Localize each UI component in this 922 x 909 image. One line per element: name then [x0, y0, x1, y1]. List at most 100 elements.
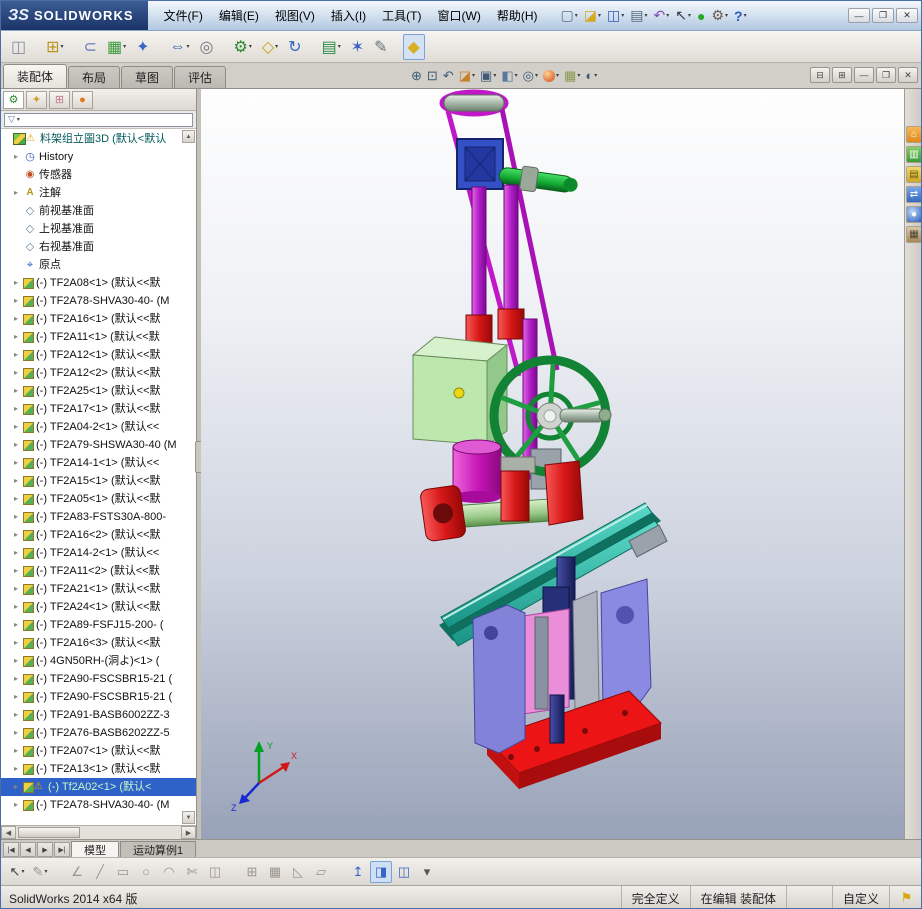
scrollbar-track[interactable]: [16, 826, 181, 839]
tree-item[interactable]: (-) TF2A07<1> (默认<<默: [1, 742, 196, 760]
zoom-fit-button[interactable]: ⊕: [409, 65, 424, 86]
expand-arrow-icon[interactable]: [14, 657, 23, 665]
file-explorer-tab[interactable]: ▤: [905, 166, 921, 183]
dropdown-arrow-icon[interactable]: [275, 43, 278, 50]
solidworks-resources-tab[interactable]: ⌂: [905, 126, 921, 143]
smart-fasteners-button[interactable]: ✦: [131, 34, 154, 60]
tree-item[interactable]: (-) TF2A78-SHVA30-40- (M: [1, 796, 196, 814]
model-tab[interactable]: 模型: [71, 841, 119, 857]
show-hidden-components-button[interactable]: ◎: [195, 34, 219, 60]
design-library-tab[interactable]: ▥: [905, 146, 921, 163]
tree-item[interactable]: 右视基准面: [1, 238, 196, 256]
linear-component-pattern-button[interactable]: ▦: [102, 34, 131, 60]
expand-arrow-icon[interactable]: [14, 693, 23, 701]
expand-arrow-icon[interactable]: [14, 297, 23, 305]
expand-arrow-icon[interactable]: [14, 495, 23, 503]
new-motion-study-button[interactable]: ↻: [283, 34, 306, 60]
scroll-left-button[interactable]: [1, 826, 16, 839]
prev-tab-button[interactable]: ◀: [20, 842, 36, 857]
dropdown-arrow-icon[interactable]: [725, 12, 728, 19]
tree-item[interactable]: (-) Tf2A02<1> (默认<: [1, 778, 196, 796]
evaluate-tab[interactable]: 评估: [174, 66, 227, 88]
restore-button[interactable]: ❐: [872, 8, 894, 23]
tree-item[interactable]: (-) TF2A83-FSTS30A-800-: [1, 508, 196, 526]
expand-arrow-icon[interactable]: [14, 477, 23, 485]
line-button[interactable]: ╱: [89, 861, 111, 883]
tree-item[interactable]: (-) TF2A05<1> (默认<<默: [1, 490, 196, 508]
tree-item[interactable]: (-) 4GN50RH-(洞よ)<1> (: [1, 652, 196, 670]
dropdown-arrow-icon[interactable]: [123, 43, 126, 50]
dropdown-arrow-icon[interactable]: [187, 43, 190, 50]
view-palette-tab[interactable]: ⇄: [905, 186, 921, 203]
tree-item[interactable]: (-) TF2A78-SHVA30-40- (M: [1, 292, 196, 310]
menu-item[interactable]: 窗口(W): [430, 1, 489, 30]
tree-item[interactable]: (-) TF2A16<2> (默认<<默: [1, 526, 196, 544]
tree-item[interactable]: (-) TF2A16<3> (默认<<默: [1, 634, 196, 652]
dropdown-arrow-icon[interactable]: [621, 12, 624, 19]
dropdown-arrow-icon[interactable]: [688, 12, 691, 19]
clamp-assembly[interactable]: [420, 456, 584, 542]
dropdown-arrow-icon[interactable]: [21, 868, 24, 875]
pin-panel-button[interactable]: ◫: [6, 34, 31, 60]
tree-item[interactable]: (-) TF2A24<1> (默认<<默: [1, 598, 196, 616]
dropdown-arrow-icon[interactable]: [61, 43, 64, 50]
expand-arrow-icon[interactable]: [14, 711, 23, 719]
graphics-area[interactable]: Y X Z: [201, 89, 904, 839]
dropdown-arrow-icon[interactable]: [644, 12, 647, 19]
mate-button[interactable]: ⊂: [79, 34, 102, 60]
edit-appearance-button[interactable]: ●: [541, 65, 561, 86]
expand-arrow-icon[interactable]: [14, 333, 23, 341]
assembly-features-button[interactable]: ⚙: [228, 34, 256, 60]
expand-arrow-icon[interactable]: [14, 585, 23, 593]
more-options-button[interactable]: ▾: [416, 861, 438, 883]
undo-button[interactable]: ↶: [651, 4, 673, 28]
minimize-button[interactable]: —: [848, 8, 870, 23]
arc-button[interactable]: ◠: [158, 861, 180, 883]
shaded-view-button[interactable]: ◨: [370, 860, 392, 883]
snap-button[interactable]: ▦: [264, 861, 286, 883]
expand-arrow-icon[interactable]: [14, 567, 23, 575]
expand-arrow-icon[interactable]: [14, 441, 23, 449]
sketch-button[interactable]: ✎: [29, 861, 51, 883]
display-style-button[interactable]: ◧: [499, 65, 519, 86]
tree-item[interactable]: (-) TF2A08<1> (默认<<默: [1, 274, 196, 292]
view-orientation-button[interactable]: ▣: [478, 65, 498, 86]
view-settings-button[interactable]: ◐: [583, 65, 599, 86]
rectangle-button[interactable]: ▭: [112, 861, 134, 883]
menu-item[interactable]: 文件(F): [156, 1, 211, 30]
configurationmanager-tab[interactable]: ⊞: [49, 90, 70, 109]
menu-item[interactable]: 插入(I): [323, 1, 374, 30]
dropdown-arrow-icon[interactable]: [744, 12, 747, 19]
sketch-tab[interactable]: 草图: [121, 66, 174, 88]
tree-scroll-up-button[interactable]: [182, 130, 195, 143]
tree-item[interactable]: (-) TF2A04-2<1> (默认<<: [1, 418, 196, 436]
filter-dropdown-icon[interactable]: [17, 116, 20, 123]
expand-arrow-icon[interactable]: [14, 801, 23, 809]
tree-item[interactable]: (-) TF2A25<1> (默认<<默: [1, 382, 196, 400]
dropdown-arrow-icon[interactable]: [666, 12, 669, 19]
up-axis-button[interactable]: ↥: [347, 861, 369, 883]
print-button[interactable]: ▤: [627, 4, 650, 28]
expand-arrow-icon[interactable]: [14, 405, 23, 413]
doc-minimize-button[interactable]: —: [854, 67, 874, 83]
help-button[interactable]: ?: [731, 4, 750, 28]
options-button[interactable]: ⚙: [708, 4, 731, 28]
expand-arrow-icon[interactable]: [14, 675, 23, 683]
smart-dimension-button[interactable]: ∠: [66, 861, 88, 883]
hide-show-items-button[interactable]: ◎: [521, 65, 540, 86]
expand-arrow-icon[interactable]: [14, 153, 23, 161]
instant3d-button[interactable]: ◆: [402, 33, 425, 60]
last-tab-button[interactable]: ▶|: [54, 842, 70, 857]
expand-arrow-icon[interactable]: [14, 549, 23, 557]
doc-pane-right-button[interactable]: ⊞: [832, 67, 852, 83]
apply-scene-button[interactable]: ▦: [562, 65, 582, 86]
tree-item[interactable]: (-) TF2A14-1<1> (默认<<: [1, 454, 196, 472]
tree-item[interactable]: (-) TF2A90-FSCSBR15-21 (: [1, 670, 196, 688]
rebuild-button[interactable]: ●: [694, 4, 708, 28]
expand-arrow-icon[interactable]: [14, 513, 23, 521]
expand-arrow-icon[interactable]: [14, 459, 23, 467]
tree-filter-input[interactable]: [4, 112, 193, 127]
tree-item[interactable]: (-) TF2A12<1> (默认<<默: [1, 346, 196, 364]
tree-item[interactable]: History: [1, 148, 196, 166]
dropdown-arrow-icon[interactable]: [249, 43, 252, 50]
